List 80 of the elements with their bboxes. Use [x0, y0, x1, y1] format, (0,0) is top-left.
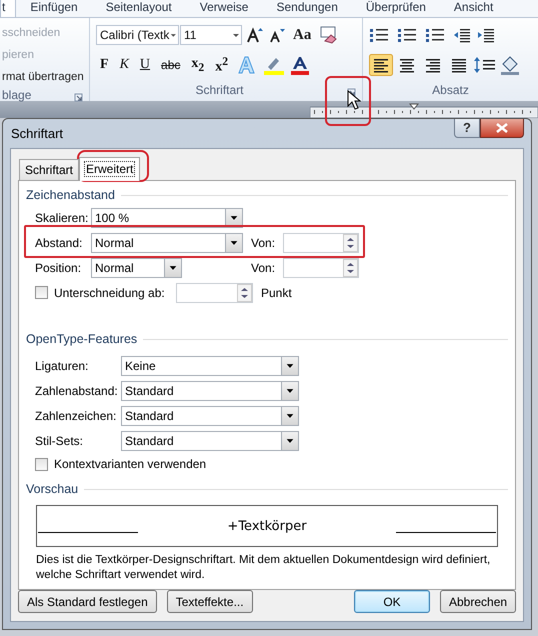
dropdown-icon[interactable] — [281, 432, 298, 450]
bullet-list-icon — [369, 27, 391, 43]
field-label: Skalieren: — [35, 210, 90, 224]
section-heading: Zeichenabstand — [26, 188, 115, 202]
format-button[interactable]: x$_{2}$ — [187, 56, 208, 74]
ribbon-tab[interactable]: Sendungen — [262, 0, 352, 17]
dialog-tab[interactable]: Schriftart — [19, 159, 80, 180]
shrink-font-icon[interactable] — [268, 27, 286, 43]
change-case-button[interactable]: Aa — [290, 26, 314, 44]
field-label: Abstand: — [35, 236, 84, 250]
opentype-combo[interactable]: Keine — [121, 356, 299, 376]
position-amount-field[interactable] — [283, 258, 359, 278]
dialog-launcher-icon[interactable] — [347, 88, 356, 96]
format-button[interactable]: abc — [157, 58, 184, 72]
align-left-icon[interactable] — [369, 54, 393, 76]
dropdown-icon[interactable] — [281, 356, 298, 374]
mouse-cursor-icon — [347, 90, 362, 110]
section-heading: Vorschau — [26, 482, 78, 496]
close-icon — [496, 123, 508, 133]
dropdown-icon[interactable] — [164, 258, 181, 276]
position-combo[interactable]: Normal — [91, 258, 182, 278]
group-label: blage — [2, 88, 32, 104]
ribbon-tab[interactable]: Überprüfen — [352, 0, 440, 17]
ribbon-tab[interactable]: Einfügen — [16, 0, 92, 17]
unit-label: Punkt — [261, 286, 293, 300]
paint-bucket-icon[interactable] — [499, 55, 521, 75]
format-button[interactable]: F — [96, 57, 113, 73]
spacing-amount-field[interactable] — [283, 232, 359, 252]
increase-indent-icon[interactable] — [477, 27, 495, 43]
ribbon-tab[interactable]: t — [0, 0, 16, 17]
clipboard-command[interactable]: rmat übertragen — [2, 66, 83, 88]
dialog-button[interactable]: Texteffekte... — [166, 590, 253, 613]
dialog-button[interactable]: Abbrechen — [440, 590, 516, 613]
close-button[interactable] — [480, 119, 524, 138]
kerning-amount-field[interactable] — [176, 282, 253, 302]
group-label: Absatz — [431, 83, 470, 99]
ribbon-tab[interactable]: Verweise — [186, 0, 262, 17]
font-name-combo[interactable]: Calibri (Textk — [96, 25, 179, 45]
dialog-button[interactable]: Als Standard festlegen — [18, 590, 157, 613]
dialog-tab[interactable]: Erweitert — [79, 157, 140, 181]
section-heading: OpenType-Features — [26, 332, 138, 346]
dropdown-icon[interactable] — [225, 208, 242, 226]
opentype-combo[interactable]: Standard — [121, 430, 299, 450]
format-button[interactable]: K — [116, 57, 133, 73]
field-label: Stil-Sets: — [35, 434, 84, 448]
kerning-checkbox[interactable] — [35, 286, 48, 299]
format-button[interactable]: U — [136, 57, 154, 73]
checkbox-label: Kontextvarianten verwenden — [54, 457, 208, 471]
field-label: Position: — [35, 260, 82, 274]
font-size-combo[interactable]: 11 — [180, 25, 242, 45]
field-label: Zahlenzeichen: — [35, 408, 118, 422]
dropdown-icon[interactable] — [225, 234, 242, 252]
help-button[interactable]: ? — [454, 119, 480, 138]
grow-font-icon[interactable] — [246, 27, 264, 43]
spinner-arrows-icon[interactable] — [237, 284, 252, 302]
spinner-arrows-icon[interactable] — [343, 258, 358, 276]
field-label: Zahlenabstand: — [35, 384, 119, 398]
format-button[interactable]: x$^{2}$ — [211, 54, 232, 76]
ribbon-tab[interactable]: Ansicht — [440, 0, 508, 17]
dropdown-icon[interactable] — [281, 382, 298, 400]
opentype-combo[interactable]: Standard — [121, 406, 299, 426]
field-label: Von: — [251, 260, 276, 274]
preview-sample: +Textkörper — [227, 518, 307, 534]
dropdown-icon[interactable] — [281, 406, 298, 424]
window-title: Schriftart — [10, 126, 64, 141]
font-color-icon[interactable] — [289, 55, 312, 75]
contextual-checkbox[interactable] — [35, 458, 48, 470]
spinner-arrows-icon[interactable] — [343, 234, 358, 252]
field-label: Ligaturen: — [35, 358, 90, 372]
preview-description: Dies ist die Textkörper-Designschriftart. Mit dem aktuellen Dokumentdesign wird definiert, welche Schriftart verwendet wird. — [36, 553, 492, 583]
scale-combo[interactable]: 100 % — [91, 208, 243, 228]
field-label: Von: — [251, 236, 276, 250]
line-spacing-icon[interactable] — [473, 55, 497, 75]
opentype-combo[interactable]: Standard — [121, 380, 299, 400]
spacing-combo[interactable]: Normal — [91, 232, 243, 252]
group-label: Schriftart — [196, 83, 244, 99]
dialog-button[interactable]: OK — [354, 590, 430, 613]
ribbon-tab[interactable]: Seitenlayout — [92, 0, 186, 17]
decrease-indent-icon[interactable] — [453, 27, 471, 43]
checkbox-label: Unterschneidung ab: — [54, 286, 166, 300]
